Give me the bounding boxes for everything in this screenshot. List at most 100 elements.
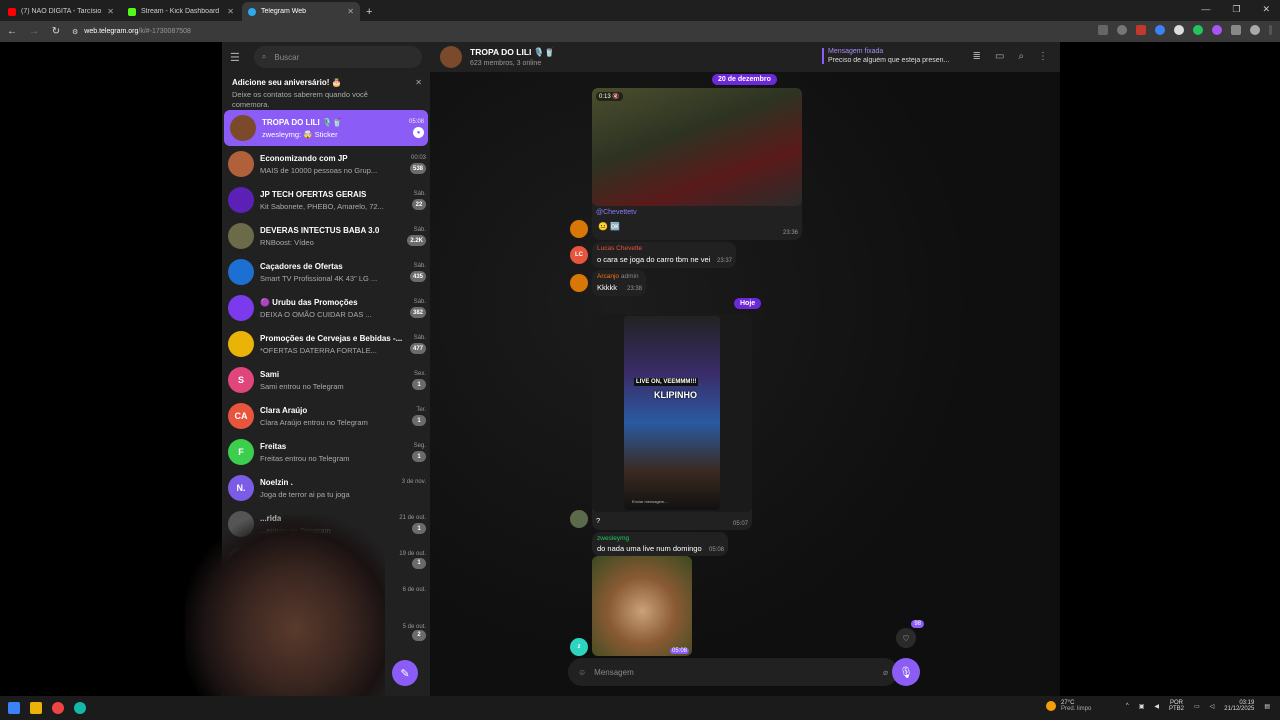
site-info-icon[interactable]: ⚙ <box>72 28 78 36</box>
new-message-pencil-button[interactable]: ✎ <box>392 660 418 686</box>
chat-header[interactable]: TROPA DO LILI 🎙️🥤 623 membros, 3 online … <box>430 42 1060 72</box>
group-avatar[interactable] <box>440 46 462 68</box>
file-explorer-icon[interactable] <box>30 702 42 714</box>
birthday-text: Deixe os contatos saberem quando você co… <box>232 90 368 109</box>
message-composer[interactable]: ☺ Mensagem ⌀ <box>568 658 898 686</box>
close-icon[interactable]: ✕ <box>107 7 114 16</box>
speaker-icon[interactable]: ◁ <box>1210 703 1215 710</box>
chat-time: 3 de nov. <box>401 479 426 485</box>
chrome-icon[interactable] <box>52 702 64 714</box>
chat-list-item[interactable]: 🟣 Urubu das Promoções Sáb. DEIXA O OMÃO CU… <box>222 290 430 326</box>
text-message-bubble[interactable]: zwesleymg do nada uma live num domingo 0… <box>592 532 728 556</box>
reactions-button[interactable]: ♡ 98 <box>896 620 924 648</box>
chat-avatar: CA <box>228 403 254 429</box>
back-icon[interactable]: ← <box>6 26 18 37</box>
bookmark-star-icon[interactable] <box>1117 25 1127 35</box>
chat-item-bottom-row: Smart TV Profissional 4K 43" LG ... 435 <box>260 271 426 283</box>
voice-record-button[interactable]: 🎙 <box>892 658 920 686</box>
video-message-bubble[interactable]: LIVE ON, VEEMMM!!! KLIPINHO Enviar mensa… <box>592 314 752 530</box>
chat-item-top-row: Promoções de Cervejas e Bebidas -... Sáb. <box>260 334 426 343</box>
chat-name: Economizando com JP <box>260 153 348 163</box>
menu-hamburger-icon[interactable]: ☰ <box>230 51 240 64</box>
tab-kick[interactable]: Stream - Kick Dashboard ✕ <box>122 2 240 21</box>
close-icon[interactable]: ✕ <box>415 78 422 87</box>
text-message-bubble[interactable]: Lucas Chevette o cara se joga do carro t… <box>592 242 736 268</box>
extension-blue-icon[interactable] <box>1155 25 1165 35</box>
minimize-icon[interactable]: — <box>1201 4 1210 15</box>
volume-icon[interactable]: ◀ <box>1154 703 1159 710</box>
display-icon[interactable]: ▭ <box>1194 703 1200 710</box>
message-input[interactable]: Mensagem <box>594 668 875 677</box>
new-tab-button[interactable]: + <box>366 6 372 18</box>
extension-red-icon[interactable] <box>1136 25 1146 35</box>
pinned-list-icon[interactable]: ≣ <box>973 51 981 62</box>
close-window-icon[interactable]: ✕ <box>1262 4 1270 15</box>
reload-icon[interactable]: ↻ <box>50 26 62 37</box>
message-sender[interactable]: zwesleymg <box>597 535 629 542</box>
language-indicator[interactable]: POR PTB2 <box>1169 700 1184 712</box>
profile-avatar-icon[interactable] <box>1250 25 1260 35</box>
tab-label: Stream - Kick Dashboard <box>141 8 220 15</box>
text-message-bubble[interactable]: Arcanjo admin Kkkkk 23:38 <box>592 270 646 296</box>
chat-item-top-row: DEVERAS INTECTUS BABA 3.0 Sáb. <box>260 226 426 235</box>
birthday-banner[interactable]: Adicione seu aniversário! 🎂 Deixe os con… <box>222 72 430 110</box>
video-thumbnail[interactable]: 0:13 🔇 <box>592 88 802 206</box>
url-field[interactable]: ⚙ web.telegram.org/k/#-1730087508 <box>72 28 191 36</box>
weather-widget[interactable]: 27°C Pred. limpo <box>1046 700 1091 712</box>
chat-list-item[interactable]: Economizando com JP 00:03 MAIS de 10000 pe… <box>222 146 430 182</box>
reaction-emoji[interactable]: 😐 🆗 <box>598 222 620 231</box>
pinned-message[interactable]: Mensagem fixada Preciso de alguém que es… <box>822 48 950 64</box>
tray-chevron-icon[interactable]: ^ <box>1126 703 1129 709</box>
chat-item-body: Promoções de Cervejas e Bebidas -... Sáb.… <box>260 334 426 355</box>
search-input[interactable]: ⌕ Buscar <box>253 46 422 68</box>
chat-last-message: DEIXA O OMÃO CUIDAR DAS ... <box>260 309 372 319</box>
search-icon[interactable]: ⌕ <box>1018 51 1024 62</box>
chat-last-message: Kit Sabonete, PHEBO, Amarelo, 72... <box>260 201 384 211</box>
menu-dots-icon[interactable] <box>1269 25 1272 35</box>
video-thumbnail[interactable]: LIVE ON, VEEMMM!!! KLIPINHO Enviar mensa… <box>592 314 752 512</box>
message-time: 05:07 <box>732 521 748 527</box>
more-menu-icon[interactable]: ⋮ <box>1038 51 1048 62</box>
channel-link[interactable]: @Chevettetv <box>596 209 637 216</box>
tab-youtube[interactable]: (7) NÃO DIGITA - Tarcísio do A... ✕ <box>2 2 120 21</box>
header-actions: ≣ ▭ ⌕ ⋮ <box>973 51 1048 62</box>
chat-name: Noelzin . <box>260 477 293 487</box>
close-icon[interactable]: ✕ <box>347 7 354 16</box>
chat-list-item[interactable]: DEVERAS INTECTUS BABA 3.0 Sáb. RNBoost: Ví… <box>222 218 430 254</box>
notifications-icon[interactable]: ▤ <box>1264 703 1270 710</box>
user-avatar[interactable]: z <box>570 638 588 656</box>
extension-purple-icon[interactable] <box>1212 25 1222 35</box>
extension-play-icon[interactable] <box>1174 25 1184 35</box>
chat-list-item[interactable]: S Sami Sex. Sami entrou no Telegram 1 <box>222 362 430 398</box>
chat-list-item[interactable]: JP TECH OFERTAS GERAIS Sáb. Kit Sabonete, … <box>222 182 430 218</box>
chat-list-item[interactable]: N. Noelzin . 3 de nov. Joga de terror ai pa… <box>222 470 430 506</box>
chat-list-item[interactable]: Caçadores de Ofertas Sáb. Smart TV Profiss… <box>222 254 430 290</box>
message-sender[interactable]: Arcanjo admin <box>597 273 639 280</box>
user-avatar[interactable]: LC <box>570 246 588 264</box>
edge-icon[interactable] <box>74 702 86 714</box>
user-avatar[interactable] <box>570 274 588 292</box>
windows-start-icon[interactable] <box>8 702 20 714</box>
chat-list-item[interactable]: TROPA DO LILI 🎙️🥤 05:08 zwesleymg: 🤯 Stick… <box>224 110 428 146</box>
chat-list-item[interactable]: F Freitas Seg. Freitas entrou no Telegram 1 <box>222 434 430 470</box>
user-avatar[interactable] <box>570 220 588 238</box>
network-icon[interactable]: ▣ <box>1139 703 1145 710</box>
comments-icon[interactable]: ▭ <box>995 51 1004 62</box>
forward-icon[interactable]: → <box>28 26 40 37</box>
chat-list-item[interactable]: CA Clara Araújo Ter. Clara Araújo entrou no… <box>222 398 430 434</box>
sticker-image[interactable]: 05:08 <box>592 556 692 656</box>
message-sender[interactable]: Lucas Chevette <box>597 245 642 252</box>
close-icon[interactable]: ✕ <box>227 7 234 16</box>
maximize-icon[interactable]: ❐ <box>1232 4 1240 15</box>
emoji-icon[interactable]: ☺ <box>578 668 586 677</box>
clock[interactable]: 03:19 21/12/2025 <box>1224 700 1254 712</box>
tab-telegram[interactable]: Telegram Web ✕ <box>242 2 360 21</box>
extension-green-icon[interactable] <box>1193 25 1203 35</box>
extensions-puzzle-icon[interactable] <box>1231 25 1241 35</box>
user-avatar[interactable] <box>570 510 588 528</box>
cast-icon[interactable] <box>1098 25 1108 35</box>
chat-list-item[interactable]: Promoções de Cervejas e Bebidas -... Sáb.… <box>222 326 430 362</box>
video-message-bubble[interactable]: 0:13 🔇 @Chevettetv 😐 🆗 23:36 <box>592 88 802 240</box>
attach-paperclip-icon[interactable]: ⌀ <box>883 668 888 677</box>
tab-label: Telegram Web <box>261 8 307 15</box>
